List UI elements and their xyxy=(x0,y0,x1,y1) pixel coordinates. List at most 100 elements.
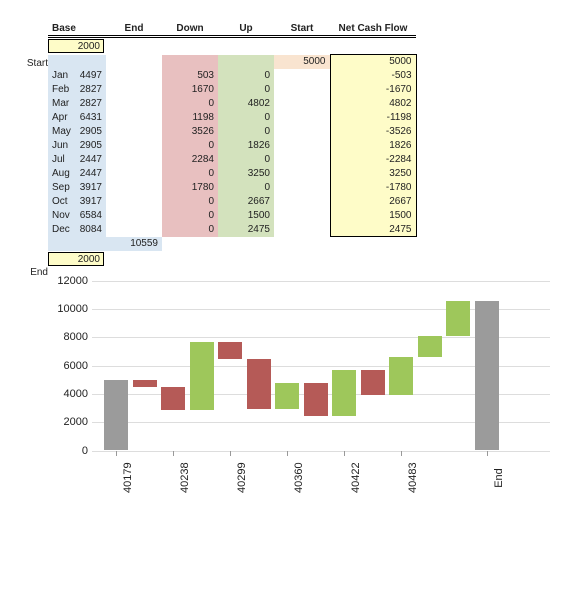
col-down: Down xyxy=(162,22,218,37)
row-label-base: Dec8084 xyxy=(48,223,106,237)
chart-bar xyxy=(104,380,128,451)
row-label-base: Jun2905 xyxy=(48,139,106,153)
chart-bar xyxy=(304,383,328,415)
chart-bar xyxy=(389,357,413,395)
start-net: 5000 xyxy=(330,55,416,69)
table-row: Jan4497 5030 -503 xyxy=(48,69,416,83)
x-tick: 40483 xyxy=(407,463,419,493)
net-cell: 3250 xyxy=(330,167,416,181)
start-value: 5000 xyxy=(274,55,330,69)
x-tick: 40299 xyxy=(236,463,248,493)
row-label-base: Apr6431 xyxy=(48,111,106,125)
x-tick: 40179 xyxy=(122,463,134,493)
down-cell: 3526 xyxy=(162,125,218,139)
row-label-base: Sep3917 xyxy=(48,181,106,195)
x-tick: 40238 xyxy=(179,463,191,493)
input-row-top: 2000 xyxy=(48,37,416,55)
net-cell: -3526 xyxy=(330,125,416,139)
net-cell: -503 xyxy=(330,69,416,83)
table-row: May2905 35260 -3526 xyxy=(48,125,416,139)
end-row: 10559 xyxy=(48,237,416,251)
row-label-base: Oct3917 xyxy=(48,195,106,209)
down-cell: 1198 xyxy=(162,111,218,125)
input-row-bottom: 2000 xyxy=(48,251,416,267)
start-row: 5000 5000 xyxy=(48,55,416,69)
base-input-bottom[interactable]: 2000 xyxy=(48,252,104,266)
down-cell: 0 xyxy=(162,139,218,153)
start-label: Start xyxy=(4,58,48,69)
row-label-base: May2905 xyxy=(48,125,106,139)
y-tick: 2000 xyxy=(48,416,88,428)
up-cell: 1826 xyxy=(218,139,274,153)
down-cell: 1670 xyxy=(162,83,218,97)
up-cell: 0 xyxy=(218,83,274,97)
end-value: 10559 xyxy=(106,237,162,251)
up-cell: 3250 xyxy=(218,167,274,181)
net-cell: 1500 xyxy=(330,209,416,223)
y-tick: 12000 xyxy=(48,275,88,287)
net-cell: -1198 xyxy=(330,111,416,125)
waterfall-chart: 020004000600080001000012000 401794023840… xyxy=(48,281,552,503)
row-label-base: Feb2827 xyxy=(48,83,106,97)
up-cell: 0 xyxy=(218,69,274,83)
x-tick: End xyxy=(493,463,505,493)
row-label-base: Jan4497 xyxy=(48,69,106,83)
down-cell: 1780 xyxy=(162,181,218,195)
up-cell: 0 xyxy=(218,111,274,125)
col-up: Up xyxy=(218,22,274,37)
end-label: End xyxy=(4,267,48,278)
col-base: Base xyxy=(48,22,106,37)
y-tick: 0 xyxy=(48,445,88,457)
down-cell: 2284 xyxy=(162,153,218,167)
chart-bar xyxy=(361,370,385,395)
table-row: Feb2827 16700 -1670 xyxy=(48,83,416,97)
chart-bar xyxy=(190,342,214,410)
row-label-base: Aug2447 xyxy=(48,167,106,181)
net-cell: -2284 xyxy=(330,153,416,167)
row-label-base: Nov6584 xyxy=(48,209,106,223)
table-row: Oct3917026672667 xyxy=(48,195,416,209)
up-cell: 0 xyxy=(218,181,274,195)
y-tick: 8000 xyxy=(48,331,88,343)
row-label-base: Mar2827 xyxy=(48,97,106,111)
net-cell: 4802 xyxy=(330,97,416,111)
chart-bar xyxy=(275,383,299,409)
up-cell: 1500 xyxy=(218,209,274,223)
down-cell: 0 xyxy=(162,223,218,237)
chart-bar xyxy=(218,342,242,359)
down-cell: 0 xyxy=(162,209,218,223)
up-cell: 4802 xyxy=(218,97,274,111)
y-tick: 4000 xyxy=(48,388,88,400)
table-row: Sep3917 17800 -1780 xyxy=(48,181,416,195)
table-row: Jul2447 22840 -2284 xyxy=(48,153,416,167)
data-table: Base End Down Up Start Net Cash Flow 200… xyxy=(48,22,417,267)
net-cell: -1670 xyxy=(330,83,416,97)
net-cell: -1780 xyxy=(330,181,416,195)
base-input-top[interactable]: 2000 xyxy=(48,39,104,53)
net-cell: 1826 xyxy=(330,139,416,153)
x-tick: 40422 xyxy=(350,463,362,493)
down-cell: 0 xyxy=(162,97,218,111)
down-cell: 503 xyxy=(162,69,218,83)
chart-bar xyxy=(418,336,442,357)
net-cell: 2475 xyxy=(330,223,416,237)
header-row: Base End Down Up Start Net Cash Flow xyxy=(48,22,416,37)
net-cell: 2667 xyxy=(330,195,416,209)
chart-bar xyxy=(446,301,470,336)
down-cell: 0 xyxy=(162,167,218,181)
chart-bar xyxy=(133,380,157,387)
up-cell: 2667 xyxy=(218,195,274,209)
col-start: Start xyxy=(274,22,330,37)
chart-bar xyxy=(247,359,271,409)
y-tick: 10000 xyxy=(48,303,88,315)
table-row: Apr6431 11980 -1198 xyxy=(48,111,416,125)
table-row: Dec8084024752475 xyxy=(48,223,416,237)
up-cell: 0 xyxy=(218,153,274,167)
x-tick: 40360 xyxy=(293,463,305,493)
chart-bar xyxy=(475,301,499,451)
row-label-base: Jul2447 xyxy=(48,153,106,167)
y-tick: 6000 xyxy=(48,360,88,372)
table-row: Nov6584015001500 xyxy=(48,209,416,223)
down-cell: 0 xyxy=(162,195,218,209)
up-cell: 0 xyxy=(218,125,274,139)
